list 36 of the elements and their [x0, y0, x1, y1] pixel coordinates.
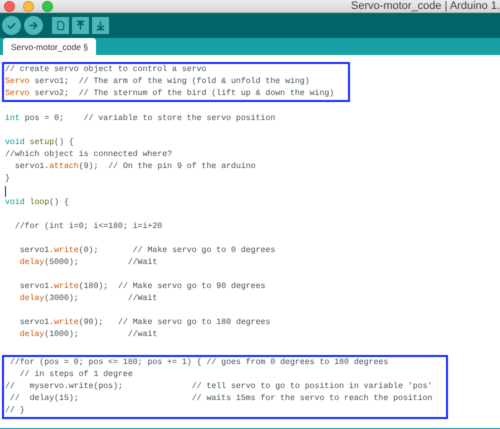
code-line: // create servo object to control a servo: [5, 64, 206, 76]
zoom-button[interactable]: [42, 0, 53, 12]
file-tab[interactable]: Servo-motor_code §: [3, 38, 96, 55]
code-line: servo1.write(180); // Make servo go to 90 degrees: [18, 281, 266, 293]
code-line: // in steps of 1 degree: [18, 369, 133, 381]
save-button[interactable]: [92, 17, 109, 34]
code-line: void loop() {: [5, 197, 69, 209]
code-line: int pos = 0; // variable to store the servo position: [5, 113, 276, 125]
minimize-button[interactable]: [23, 0, 34, 12]
new-button[interactable]: [52, 17, 69, 34]
code-line: // delay(15); // waits 15ms for the servo to reach the position: [8, 393, 432, 405]
code-line: servo1.write(90); // Make servo go to 180 degrees: [18, 317, 270, 329]
code-line: servo1.attach(9); // On the pin 9 of the arduino: [14, 161, 256, 173]
arrow-down-icon: [95, 20, 106, 31]
code-line: delay(5000); //Wait: [18, 257, 158, 269]
close-button[interactable]: [4, 0, 15, 12]
code-line: //for (pos = 0; pos <= 180; pos += 1) { // goes from 0 degrees to 180 degrees: [8, 357, 388, 369]
arrow-right-icon: [28, 20, 39, 31]
checkmark-icon: [6, 20, 17, 31]
code-line: void setup() {: [5, 137, 74, 149]
code-line: Servo servo1; // The arm of the wing (fold & unfold the wing): [5, 76, 310, 88]
code-line: servo1.write(0); // Make servo go to 0 degrees: [18, 245, 276, 257]
window-title: Servo-motor_code | Arduino 1.: [351, 0, 500, 12]
code-line: //which object is connected where?: [5, 149, 172, 161]
code-line: delay(3000); //Wait: [18, 293, 158, 305]
code-line: //for (int i=0; i<=180; i=i+20: [14, 221, 162, 233]
code-line: // }: [5, 405, 25, 417]
arrow-up-icon: [75, 20, 86, 31]
open-button[interactable]: [72, 17, 89, 34]
code-line: delay(1000); //wait: [18, 329, 158, 341]
code-line: // myservo.write(pos); // tell servo to go to position in variable 'pos': [5, 381, 432, 393]
verify-button[interactable]: [2, 16, 21, 35]
code-line: }: [5, 173, 10, 185]
document-icon: [55, 20, 66, 31]
code-line: Servo servo2; // The sternum of the bird (lift up & down the wing): [5, 88, 334, 100]
upload-button[interactable]: [24, 16, 43, 35]
